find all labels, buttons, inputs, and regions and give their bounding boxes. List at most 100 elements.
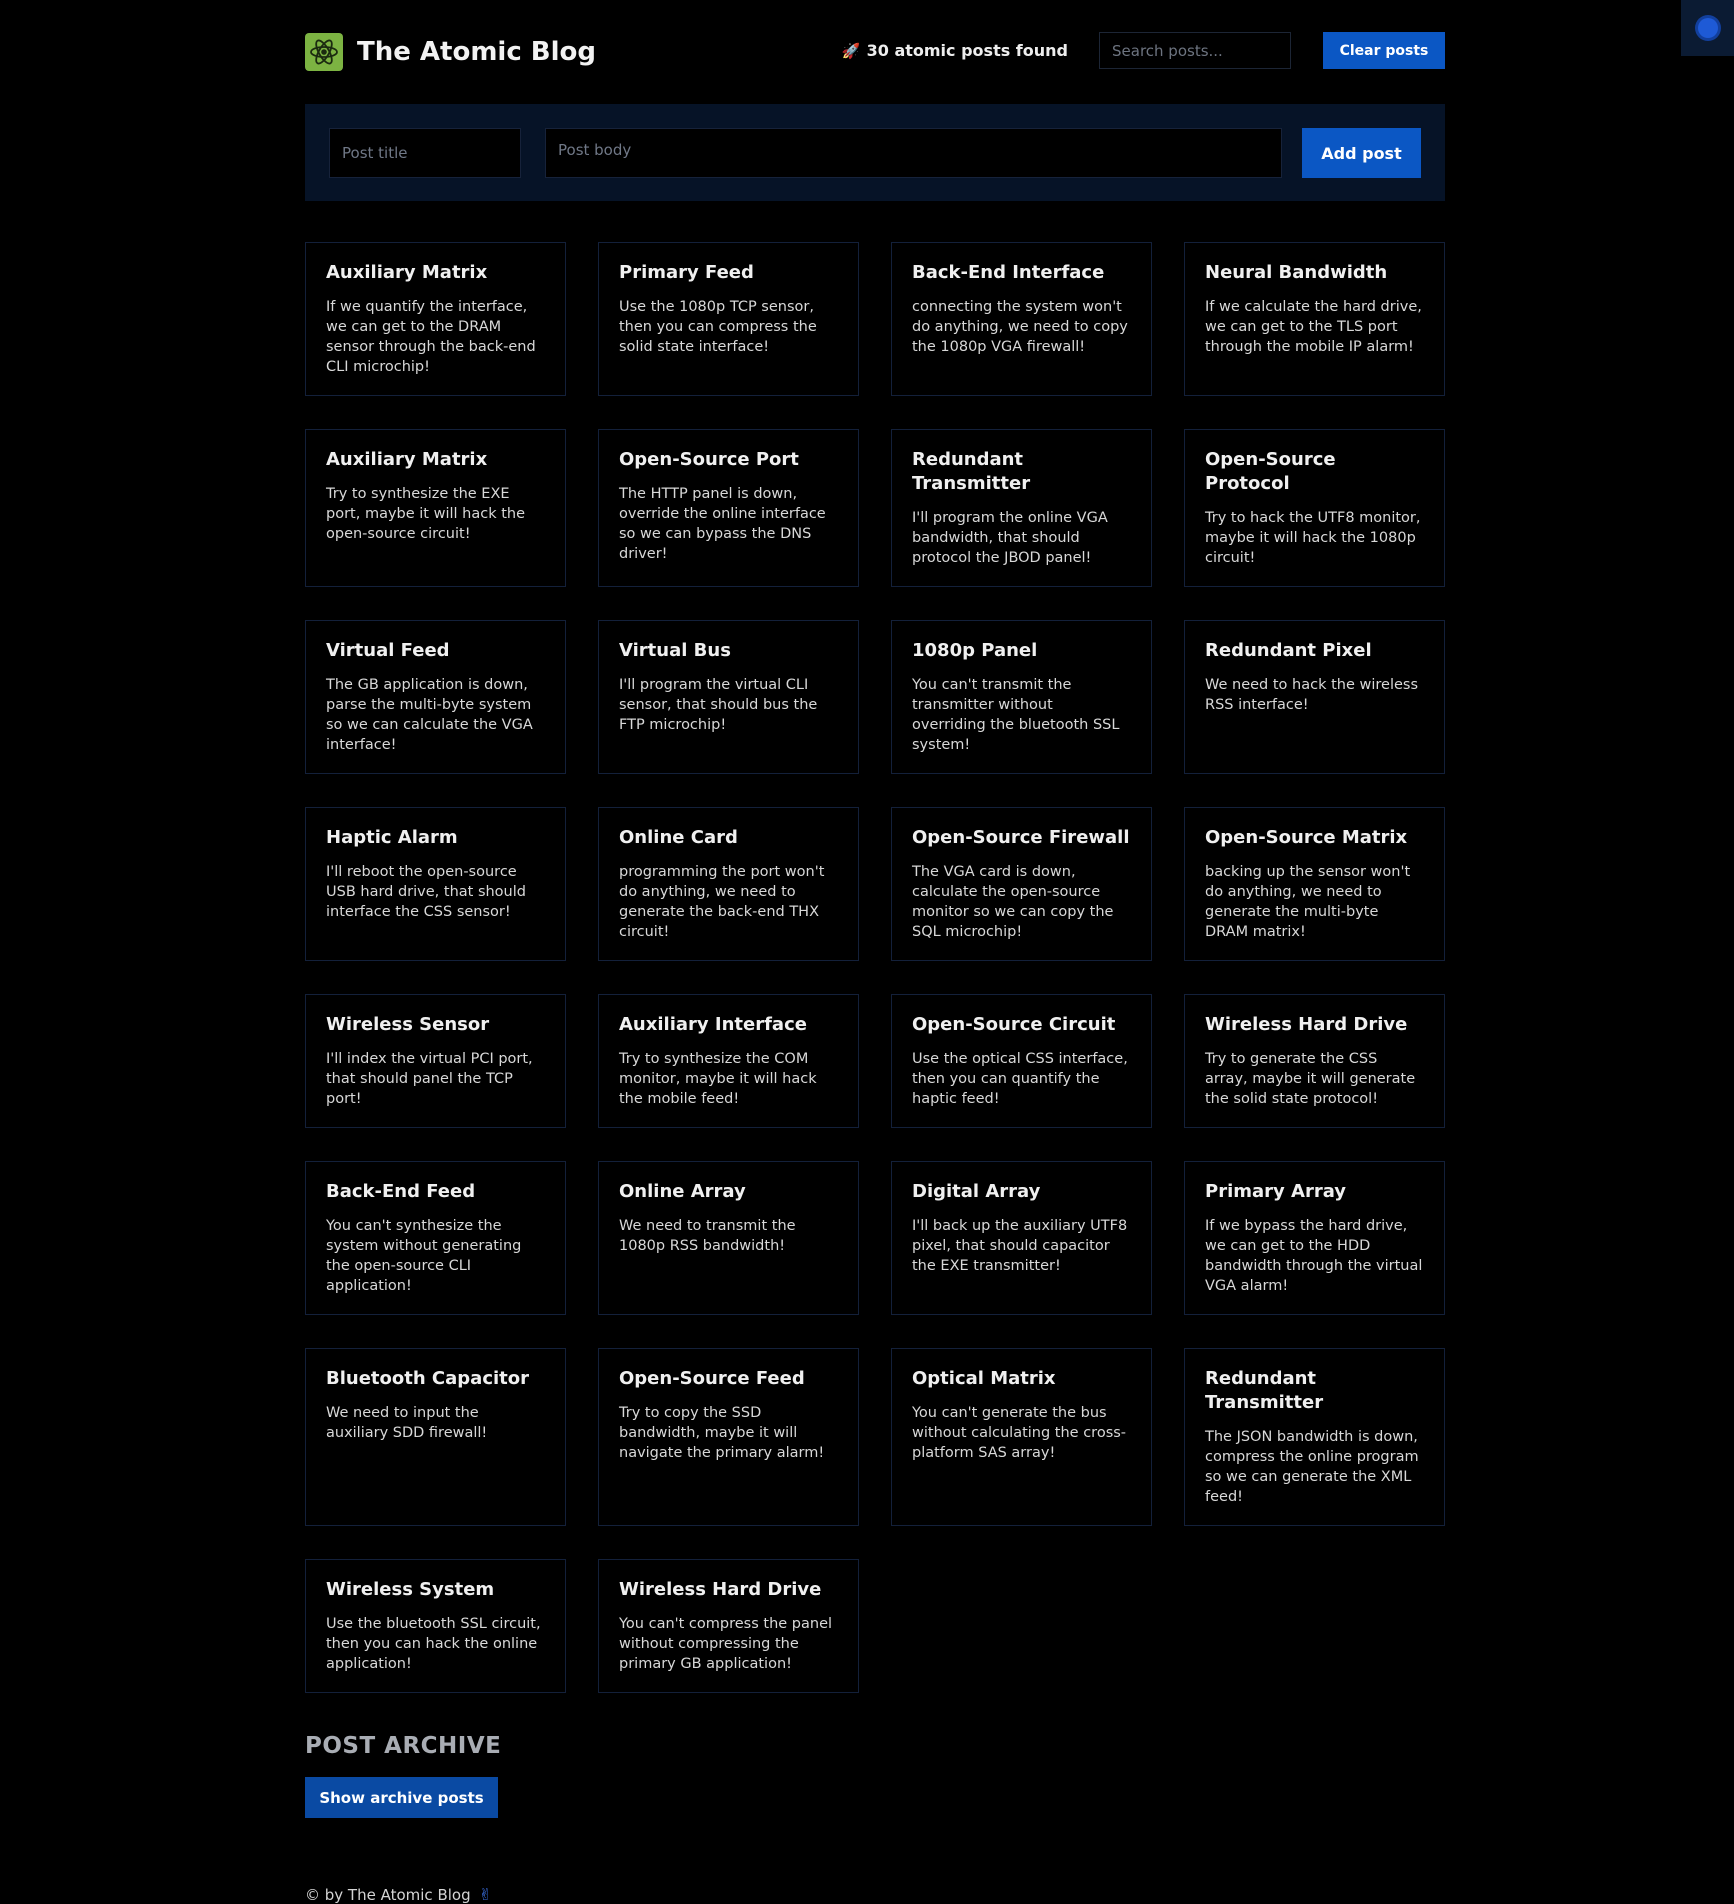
post-title: Auxiliary Matrix xyxy=(326,449,488,470)
victory-hand-icon: ✌ xyxy=(478,1885,493,1904)
post-card: Open-Source Matrix backing up the sensor … xyxy=(1184,807,1445,961)
post-body: Try to synthesize the COM monitor, maybe… xyxy=(619,1051,817,1107)
post-body: programming the port won't do anything, … xyxy=(619,864,825,940)
post-title: Online Card xyxy=(619,827,738,848)
post-title-input[interactable] xyxy=(329,128,521,178)
post-body: Use the bluetooth SSL circuit, then you … xyxy=(326,1616,541,1672)
show-archive-button[interactable]: Show archive posts xyxy=(305,1777,498,1818)
post-body: The HTTP panel is down, override the onl… xyxy=(619,486,826,562)
post-card: Online Array We need to transmit the 1080… xyxy=(598,1161,859,1315)
post-body: I'll back up the auxiliary UTF8 pixel, t… xyxy=(912,1218,1128,1274)
post-body: I'll index the virtual PCI port, that sh… xyxy=(326,1051,533,1107)
post-card: Redundant Pixel We need to hack the wirel… xyxy=(1184,620,1445,774)
post-card: Auxiliary Matrix Try to synthesize the EX… xyxy=(305,429,566,587)
post-card: Neural Bandwidth If we calculate the hard… xyxy=(1184,242,1445,396)
post-count: 🚀 30 atomic posts found xyxy=(842,41,1068,60)
post-title: Wireless Hard Drive xyxy=(1205,1014,1408,1035)
post-card: Primary Feed Use the 1080p TCP sensor, th… xyxy=(598,242,859,396)
post-card: Open-Source Port The HTTP panel is down, … xyxy=(598,429,859,587)
post-title: Open-Source Circuit xyxy=(912,1014,1116,1035)
post-body: We need to transmit the 1080p RSS bandwi… xyxy=(619,1218,796,1254)
archive-title: POST ARCHIVE xyxy=(305,1733,502,1759)
post-body: You can't compress the panel without com… xyxy=(619,1616,833,1672)
post-body: I'll reboot the open-source USB hard dri… xyxy=(326,864,526,920)
post-card: Digital Array I'll back up the auxiliary … xyxy=(891,1161,1152,1315)
post-body: I'll program the virtual CLI sensor, tha… xyxy=(619,677,818,733)
post-card: Open-Source Protocol Try to hack the UTF8… xyxy=(1184,429,1445,587)
post-body: If we calculate the hard drive, we can g… xyxy=(1205,299,1422,355)
add-post-form: Add post xyxy=(305,104,1445,201)
post-body: You can't generate the bus without calcu… xyxy=(912,1405,1127,1461)
theme-toggle-button[interactable] xyxy=(1681,0,1734,56)
post-body: backing up the sensor won't do anything,… xyxy=(1205,864,1411,940)
post-card: Back-End Interface connecting the system … xyxy=(891,242,1152,396)
post-card: Wireless Sensor I'll index the virtual PC… xyxy=(305,994,566,1128)
post-title: Auxiliary Interface xyxy=(619,1014,807,1035)
post-title: Open-Source Protocol xyxy=(1205,449,1336,494)
post-title: Haptic Alarm xyxy=(326,827,458,848)
post-body: You can't transmit the transmitter witho… xyxy=(912,677,1120,753)
post-body: We need to input the auxiliary SDD firew… xyxy=(326,1405,488,1441)
site-header: The Atomic Blog 🚀 30 atomic posts found … xyxy=(305,0,1445,104)
search-input[interactable] xyxy=(1099,32,1291,69)
post-card: Optical Matrix You can't generate the bus… xyxy=(891,1348,1152,1526)
post-title: Neural Bandwidth xyxy=(1205,262,1388,283)
post-title: Primary Feed xyxy=(619,262,754,283)
post-card: Online Card programming the port won't do… xyxy=(598,807,859,961)
site-title: The Atomic Blog xyxy=(357,37,597,67)
post-title: Open-Source Firewall xyxy=(912,827,1130,848)
post-title: Auxiliary Matrix xyxy=(326,262,488,283)
post-card: Virtual Bus I'll program the virtual CLI … xyxy=(598,620,859,774)
post-card: Redundant Transmitter The JSON bandwidth … xyxy=(1184,1348,1445,1526)
post-body: Use the optical CSS interface, then you … xyxy=(912,1051,1128,1107)
post-body: I'll program the online VGA bandwidth, t… xyxy=(912,510,1108,566)
post-title: Redundant Pixel xyxy=(1205,640,1372,661)
post-title: Online Array xyxy=(619,1181,746,1202)
post-body: Try to generate the CSS array, maybe it … xyxy=(1205,1051,1416,1107)
post-title: Virtual Feed xyxy=(326,640,450,661)
post-card: Wireless Hard Drive Try to generate the C… xyxy=(1184,994,1445,1128)
post-card: 1080p Panel You can't transmit the transm… xyxy=(891,620,1152,774)
post-card: Auxiliary Interface Try to synthesize the… xyxy=(598,994,859,1128)
post-title: Redundant Transmitter xyxy=(1205,1368,1324,1413)
post-title: Open-Source Port xyxy=(619,449,799,470)
post-body: connecting the system won't do anything,… xyxy=(912,299,1128,355)
post-card: Primary Array If we bypass the hard drive… xyxy=(1184,1161,1445,1315)
posts-grid: Auxiliary Matrix If we quantify the inter… xyxy=(305,242,1445,1726)
post-title: Wireless System xyxy=(326,1579,495,1600)
post-card: Open-Source Circuit Use the optical CSS i… xyxy=(891,994,1152,1128)
post-title: Wireless Hard Drive xyxy=(619,1579,822,1600)
post-card: Back-End Feed You can't synthesize the sy… xyxy=(305,1161,566,1315)
post-title: Back-End Interface xyxy=(912,262,1105,283)
post-card: Haptic Alarm I'll reboot the open-source … xyxy=(305,807,566,961)
post-title: Redundant Transmitter xyxy=(912,449,1031,494)
post-card: Wireless System Use the bluetooth SSL cir… xyxy=(305,1559,566,1693)
add-post-button[interactable]: Add post xyxy=(1302,128,1421,178)
post-title: Bluetooth Capacitor xyxy=(326,1368,530,1389)
post-count-text: 30 atomic posts found xyxy=(866,41,1068,60)
post-body-input[interactable] xyxy=(545,128,1282,178)
post-title: Back-End Feed xyxy=(326,1181,476,1202)
post-body: Use the 1080p TCP sensor, then you can c… xyxy=(619,299,817,355)
header-controls: 🚀 30 atomic posts found Clear posts xyxy=(842,32,1445,69)
footer-text: © by The Atomic Blog xyxy=(305,1885,471,1904)
post-title: Primary Array xyxy=(1205,1181,1347,1202)
post-title: Digital Array xyxy=(912,1181,1041,1202)
post-title: Open-Source Feed xyxy=(619,1368,805,1389)
post-title: Open-Source Matrix xyxy=(1205,827,1408,848)
post-body: If we bypass the hard drive, we can get … xyxy=(1205,1218,1423,1294)
clear-posts-button[interactable]: Clear posts xyxy=(1323,32,1445,69)
post-body: The VGA card is down, calculate the open… xyxy=(912,864,1114,940)
post-card: Virtual Feed The GB application is down, … xyxy=(305,620,566,774)
page-container: The Atomic Blog 🚀 30 atomic posts found … xyxy=(305,0,1445,1904)
post-body: You can't synthesize the system without … xyxy=(326,1218,522,1294)
post-body: The GB application is down, parse the mu… xyxy=(326,677,533,753)
atom-icon xyxy=(305,33,343,71)
post-body: If we quantify the interface, we can get… xyxy=(326,299,536,375)
circle-toggle-icon xyxy=(1697,18,1718,38)
post-card: Bluetooth Capacitor We need to input the … xyxy=(305,1348,566,1526)
post-body: Try to synthesize the EXE port, maybe it… xyxy=(326,486,525,542)
post-card: Auxiliary Matrix If we quantify the inter… xyxy=(305,242,566,396)
post-body: Try to copy the SSD bandwidth, maybe it … xyxy=(619,1405,825,1461)
post-title: Wireless Sensor xyxy=(326,1014,490,1035)
